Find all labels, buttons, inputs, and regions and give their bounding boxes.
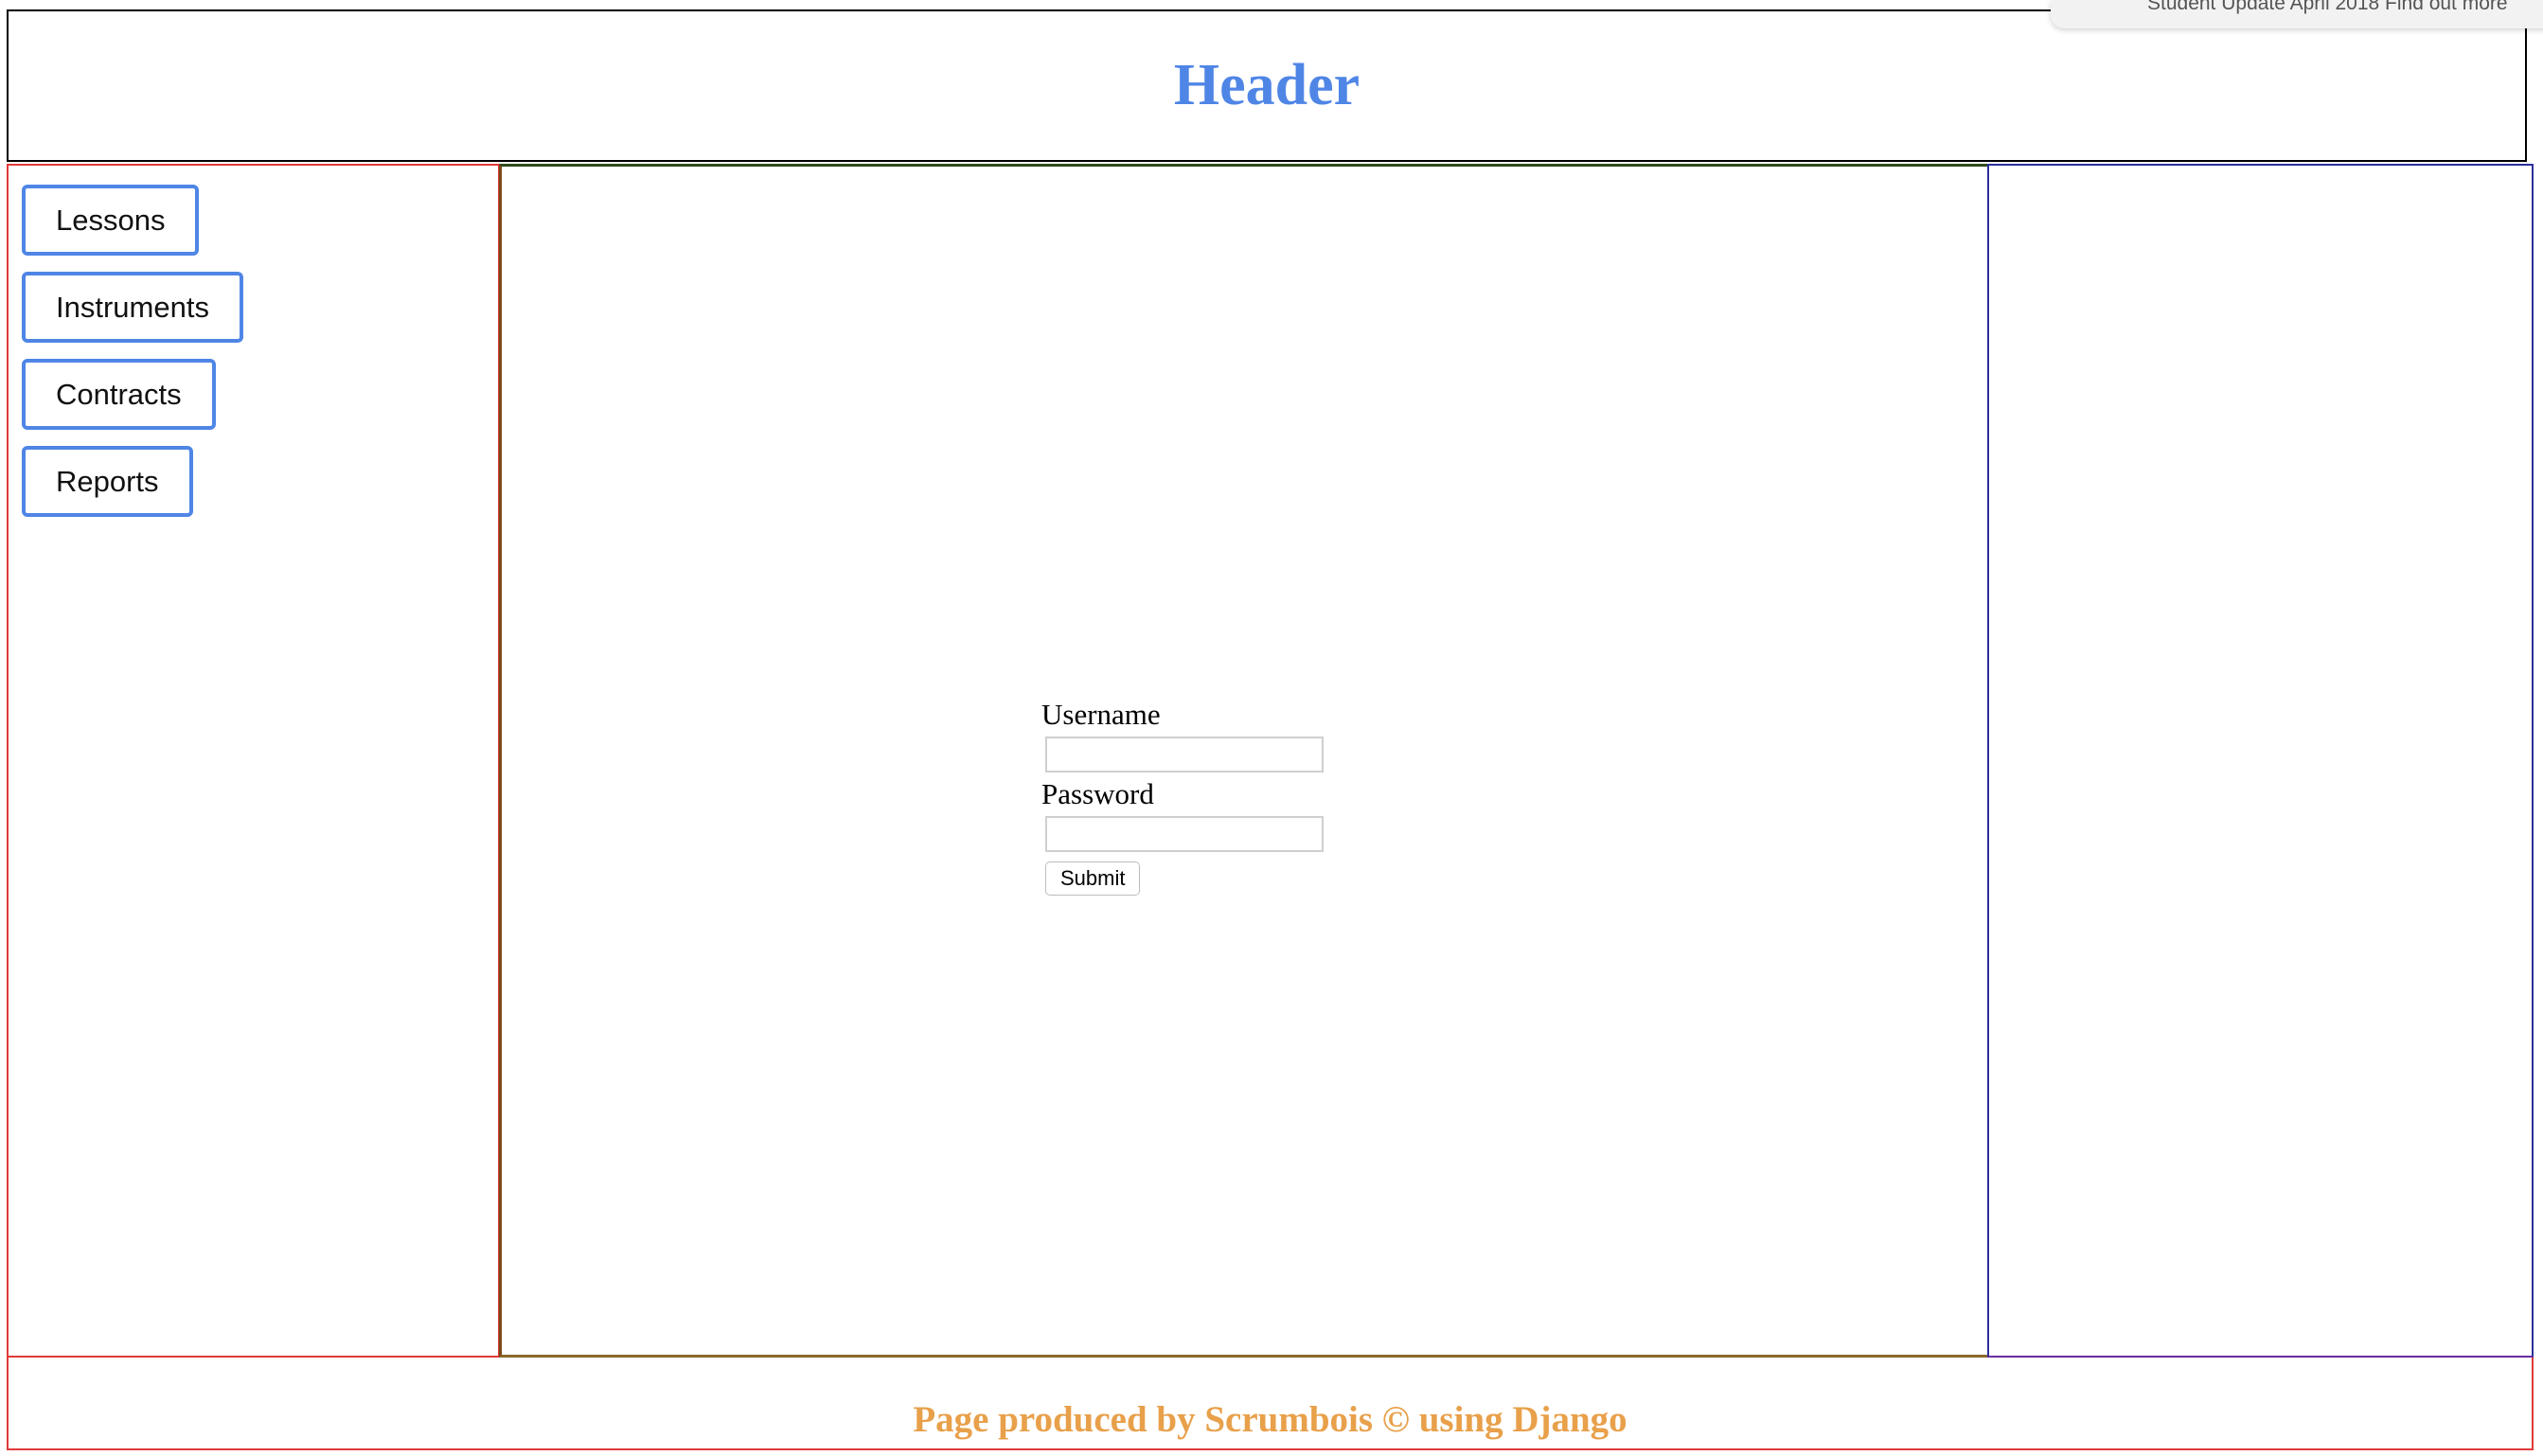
notification-banner[interactable]: Student Update April 2018 Find out more — [2051, 0, 2543, 28]
login-form: Username Password Submit — [1041, 697, 1344, 896]
page-footer: Page produced by Scrumbois © using Djang… — [7, 1358, 2534, 1450]
username-field[interactable] — [1045, 737, 1324, 772]
sidebar-item-lessons[interactable]: Lessons — [22, 185, 200, 256]
username-label: Username — [1041, 698, 1161, 731]
submit-button[interactable]: Submit — [1045, 861, 1141, 896]
sidebar: Lessons Instruments Contracts Reports — [7, 164, 500, 1358]
sidebar-item-reports[interactable]: Reports — [22, 446, 193, 517]
right-panel — [1987, 164, 2534, 1358]
password-field[interactable] — [1045, 816, 1324, 852]
sidebar-item-contracts[interactable]: Contracts — [22, 359, 216, 430]
footer-text: Page produced by Scrumbois © using Djang… — [913, 1398, 1627, 1440]
header-title: Header — [1173, 53, 1360, 117]
password-label: Password — [1041, 777, 1154, 810]
notification-text: Student Update April 2018 Find out more — [2147, 0, 2508, 14]
sidebar-item-instruments[interactable]: Instruments — [22, 272, 243, 343]
page-header: Header — [7, 9, 2527, 162]
